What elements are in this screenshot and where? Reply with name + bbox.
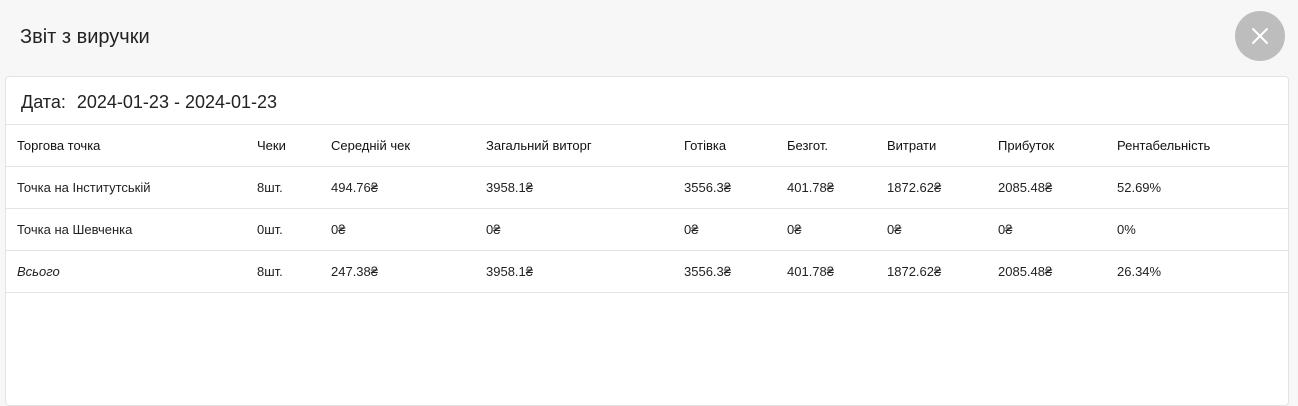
cell-expenses: 1872.62₴ xyxy=(876,250,987,293)
cell-receipts: 8шт. xyxy=(246,166,320,209)
column-header-expenses: Витрати xyxy=(876,124,987,167)
cell-average-check: 0₴ xyxy=(320,208,475,251)
cell-average-check: 247.38₴ xyxy=(320,250,475,293)
cell-cashless: 0₴ xyxy=(776,208,876,251)
close-icon xyxy=(1252,28,1268,44)
cell-total-revenue: 3958.1₴ xyxy=(475,250,673,293)
column-header-average-check: Середній чек xyxy=(320,124,475,167)
column-header-profit: Прибуток xyxy=(987,124,1106,167)
table-row: Точка на Інститутській 8шт. 494.76₴ 3958… xyxy=(6,166,1288,209)
column-header-cashless: Безгот. xyxy=(776,124,876,167)
cell-profitability: 52.69% xyxy=(1106,166,1288,209)
report-card: Дата: 2024-01-23 - 2024-01-23 Торгова то… xyxy=(5,76,1289,406)
revenue-table: Торгова точка Чеки Середній чек Загальни… xyxy=(6,124,1288,293)
cell-receipts: 0шт. xyxy=(246,208,320,251)
cell-total-label: Всього xyxy=(6,250,246,293)
cell-cash: 0₴ xyxy=(673,208,776,251)
table-total-row: Всього 8шт. 247.38₴ 3958.1₴ 3556.3₴ 401.… xyxy=(6,250,1288,293)
table-header-row: Торгова точка Чеки Середній чек Загальни… xyxy=(6,124,1288,167)
column-header-receipts: Чеки xyxy=(246,124,320,167)
cell-profitability: 26.34% xyxy=(1106,250,1288,293)
cell-cash: 3556.3₴ xyxy=(673,166,776,209)
modal-header: Звіт з виручки xyxy=(0,0,1298,76)
cell-total-revenue: 3958.1₴ xyxy=(475,166,673,209)
cell-expenses: 1872.62₴ xyxy=(876,166,987,209)
column-header-outlet: Торгова точка xyxy=(6,124,246,167)
cell-profitability: 0% xyxy=(1106,208,1288,251)
cell-outlet: Точка на Шевченка xyxy=(6,208,246,251)
column-header-total-revenue: Загальний виторг xyxy=(475,124,673,167)
date-row: Дата: 2024-01-23 - 2024-01-23 xyxy=(21,91,277,113)
cell-receipts: 8шт. xyxy=(246,250,320,293)
cell-cashless: 401.78₴ xyxy=(776,166,876,209)
cell-cash: 3556.3₴ xyxy=(673,250,776,293)
column-header-profitability: Рентабельність xyxy=(1106,124,1288,167)
cell-average-check: 494.76₴ xyxy=(320,166,475,209)
cell-profit: 2085.48₴ xyxy=(987,250,1106,293)
cell-outlet: Точка на Інститутській xyxy=(6,166,246,209)
modal-title: Звіт з виручки xyxy=(20,26,150,48)
cell-cashless: 401.78₴ xyxy=(776,250,876,293)
date-range: 2024-01-23 - 2024-01-23 xyxy=(76,92,278,112)
cell-profit: 0₴ xyxy=(987,208,1106,251)
cell-expenses: 0₴ xyxy=(876,208,987,251)
close-button[interactable] xyxy=(1235,11,1285,61)
column-header-cash: Готівка xyxy=(673,124,776,167)
cell-profit: 2085.48₴ xyxy=(987,166,1106,209)
cell-total-revenue: 0₴ xyxy=(475,208,673,251)
date-label: Дата: xyxy=(21,92,66,112)
table-row: Точка на Шевченка 0шт. 0₴ 0₴ 0₴ 0₴ 0₴ 0₴… xyxy=(6,208,1288,251)
